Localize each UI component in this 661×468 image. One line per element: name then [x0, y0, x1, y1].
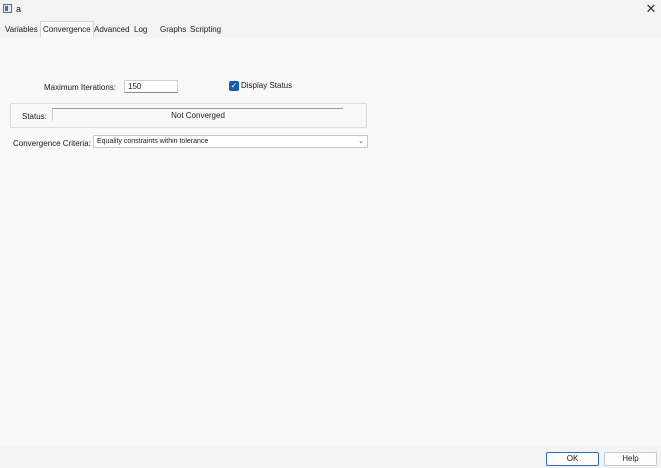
- tab-log[interactable]: Log: [132, 23, 149, 37]
- max-iterations-input[interactable]: 150: [124, 80, 178, 93]
- convergence-criteria-label: Convergence Criteria:: [13, 139, 91, 148]
- tab-graphs[interactable]: Graphs: [158, 23, 188, 37]
- chevron-down-icon: ⌄: [358, 138, 364, 145]
- close-icon[interactable]: ✕: [643, 1, 659, 17]
- status-label: Status:: [22, 112, 47, 121]
- tab-bar: Variables Convergence Advanced Log Graph…: [0, 21, 661, 37]
- ok-button[interactable]: OK: [546, 452, 599, 466]
- display-status-label: Display Status: [241, 81, 293, 90]
- tab-convergence[interactable]: Convergence: [40, 21, 94, 37]
- tab-variables[interactable]: Variables: [3, 23, 40, 37]
- tab-advanced[interactable]: Advanced: [92, 23, 132, 37]
- help-button[interactable]: Help: [604, 452, 657, 466]
- display-status-checkbox[interactable]: ✓: [229, 81, 239, 91]
- tab-scripting[interactable]: Scripting: [188, 23, 223, 37]
- app-icon: [3, 4, 12, 13]
- convergence-criteria-select[interactable]: Equality constraints within tolerance ⌄: [93, 135, 368, 148]
- max-iterations-label: Maximum Iterations:: [44, 83, 117, 92]
- convergence-panel: [0, 37, 661, 446]
- title-bar: a ✕: [0, 0, 661, 18]
- status-field: Not Converged: [52, 108, 343, 121]
- convergence-criteria-value: Equality constraints within tolerance: [97, 138, 209, 145]
- window-title: a: [16, 4, 22, 14]
